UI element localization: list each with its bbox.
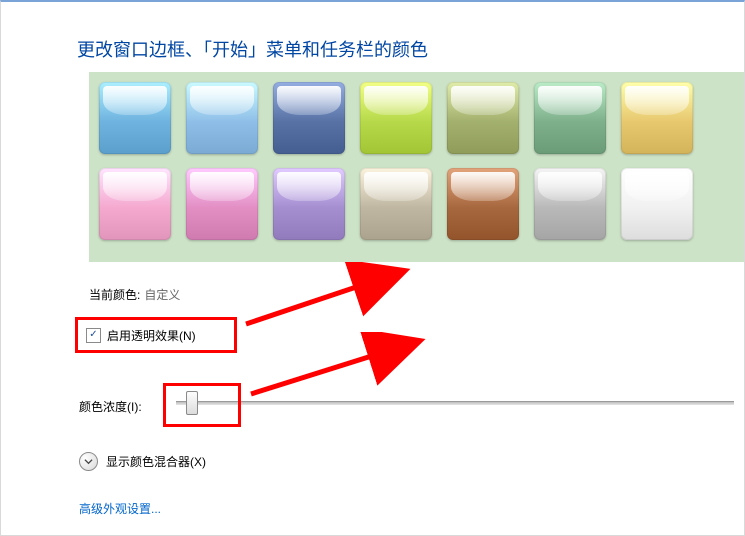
color-swatch[interactable] (186, 168, 258, 240)
color-swatch[interactable] (447, 82, 519, 154)
color-swatch[interactable] (534, 168, 606, 240)
color-swatch[interactable] (360, 168, 432, 240)
transparency-checkbox[interactable]: ✓ (86, 328, 101, 343)
color-swatch[interactable] (447, 168, 519, 240)
color-swatch[interactable] (99, 168, 171, 240)
color-swatch[interactable] (99, 82, 171, 154)
transparency-label: 启用透明效果(N) (107, 327, 196, 344)
annotation-arrow (226, 332, 436, 412)
current-color-label: 当前颜色: (89, 288, 140, 302)
annotation-highlight-box (163, 383, 241, 427)
chevron-down-icon (79, 452, 98, 471)
color-swatch[interactable] (534, 82, 606, 154)
color-swatch[interactable] (360, 82, 432, 154)
intensity-track[interactable] (176, 401, 734, 405)
color-settings-panel: 更改窗口边框、「开始」菜单和任务栏的颜色 当前颜色: 自定义 ✓ 启用透明效果(N… (0, 0, 745, 536)
transparency-group: ✓ 启用透明效果(N) (75, 317, 237, 353)
color-swatch[interactable] (273, 168, 345, 240)
current-color-value: 自定义 (144, 288, 180, 302)
annotation-arrow (221, 262, 421, 342)
current-color-line: 当前颜色: 自定义 (89, 286, 180, 303)
advanced-appearance-link[interactable]: 高级外观设置... (79, 500, 161, 517)
color-palette (89, 72, 744, 262)
color-swatch[interactable] (621, 82, 693, 154)
page-title: 更改窗口边框、「开始」菜单和任务栏的颜色 (77, 36, 428, 62)
color-mixer-toggle[interactable]: 显示颜色混合器(X) (79, 452, 206, 471)
color-swatch[interactable] (621, 168, 693, 240)
color-mixer-label: 显示颜色混合器(X) (106, 453, 206, 470)
color-swatch[interactable] (273, 82, 345, 154)
color-swatch[interactable] (186, 82, 258, 154)
intensity-label: 颜色浓度(I): (79, 398, 142, 415)
